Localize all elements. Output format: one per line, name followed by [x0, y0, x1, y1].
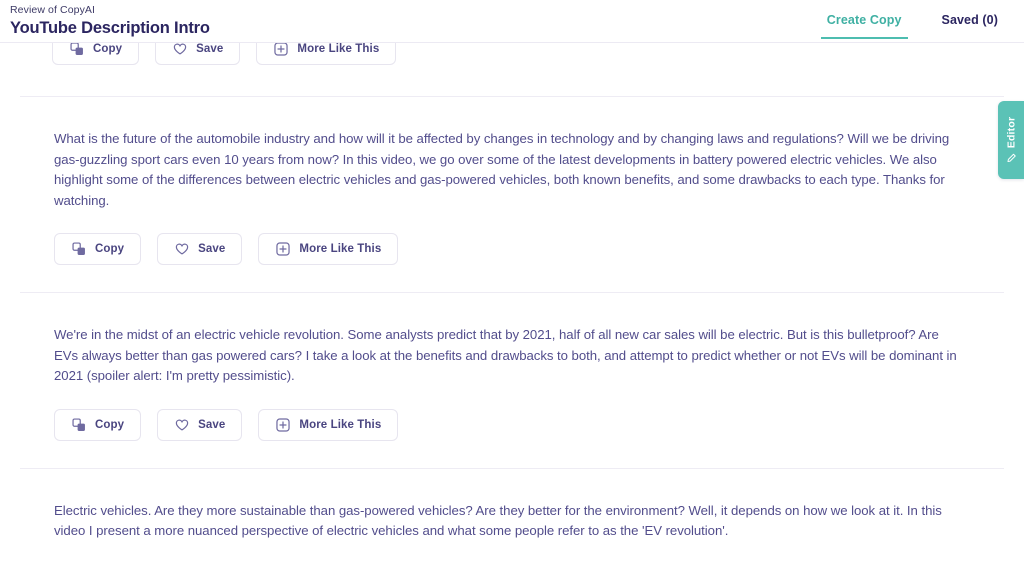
heart-icon — [174, 242, 189, 257]
pencil-icon — [1006, 153, 1016, 163]
copy-button[interactable]: Copy — [54, 409, 141, 441]
copy-icon — [71, 417, 86, 432]
plus-square-icon — [275, 242, 290, 257]
action-button-row: Copy Save More Like This — [52, 43, 1024, 65]
copy-icon — [69, 43, 84, 57]
copy-button[interactable]: Copy — [52, 43, 139, 65]
copy-button-label: Copy — [95, 419, 124, 431]
editor-side-tab-label: Editor — [1005, 117, 1017, 149]
result-item: Electric vehicles. Are they more sustain… — [0, 469, 1024, 542]
save-button-label: Save — [198, 243, 225, 255]
heart-icon — [174, 417, 189, 432]
more-like-this-button-label: More Like This — [299, 243, 381, 255]
more-like-this-button[interactable]: More Like This — [258, 409, 398, 441]
save-button[interactable]: Save — [155, 43, 240, 65]
tab-saved[interactable]: Saved (0) — [936, 12, 1004, 37]
copy-button-label: Copy — [95, 243, 124, 255]
result-text[interactable]: Electric vehicles. Are they more sustain… — [54, 501, 966, 542]
result-text[interactable]: What is the future of the automobile ind… — [54, 129, 966, 211]
more-like-this-button[interactable]: More Like This — [256, 43, 396, 65]
more-like-this-button-label: More Like This — [297, 43, 379, 55]
copy-button-label: Copy — [93, 43, 122, 55]
save-button-label: Save — [198, 419, 225, 431]
result-actions-clipped: Copy Save More Like This — [0, 43, 1024, 96]
copy-button[interactable]: Copy — [54, 233, 141, 265]
action-button-row: Copy Save More Like This — [54, 233, 972, 265]
page-header: Review of CopyAI YouTube Description Int… — [0, 0, 1024, 43]
save-button[interactable]: Save — [157, 233, 242, 265]
editor-side-tab[interactable]: Editor — [998, 101, 1024, 179]
plus-square-icon — [273, 43, 288, 57]
tab-create-copy[interactable]: Create Copy — [821, 12, 908, 39]
result-text[interactable]: We're in the midst of an electric vehicl… — [54, 325, 966, 387]
copy-icon — [71, 242, 86, 257]
result-item: What is the future of the automobile ind… — [0, 97, 1024, 265]
header-tab-group: Create Copy Saved (0) — [821, 12, 1004, 39]
plus-square-icon — [275, 417, 290, 432]
editor-side-tab-inner: Editor — [1005, 117, 1017, 164]
more-like-this-button[interactable]: More Like This — [258, 233, 398, 265]
action-button-row: Copy Save More Like This — [54, 409, 972, 441]
results-list: Copy Save More Like This — [0, 43, 1024, 542]
save-button[interactable]: Save — [157, 409, 242, 441]
heart-icon — [172, 43, 187, 57]
save-button-label: Save — [196, 43, 223, 55]
more-like-this-button-label: More Like This — [299, 419, 381, 431]
result-item: We're in the midst of an electric vehicl… — [0, 293, 1024, 441]
